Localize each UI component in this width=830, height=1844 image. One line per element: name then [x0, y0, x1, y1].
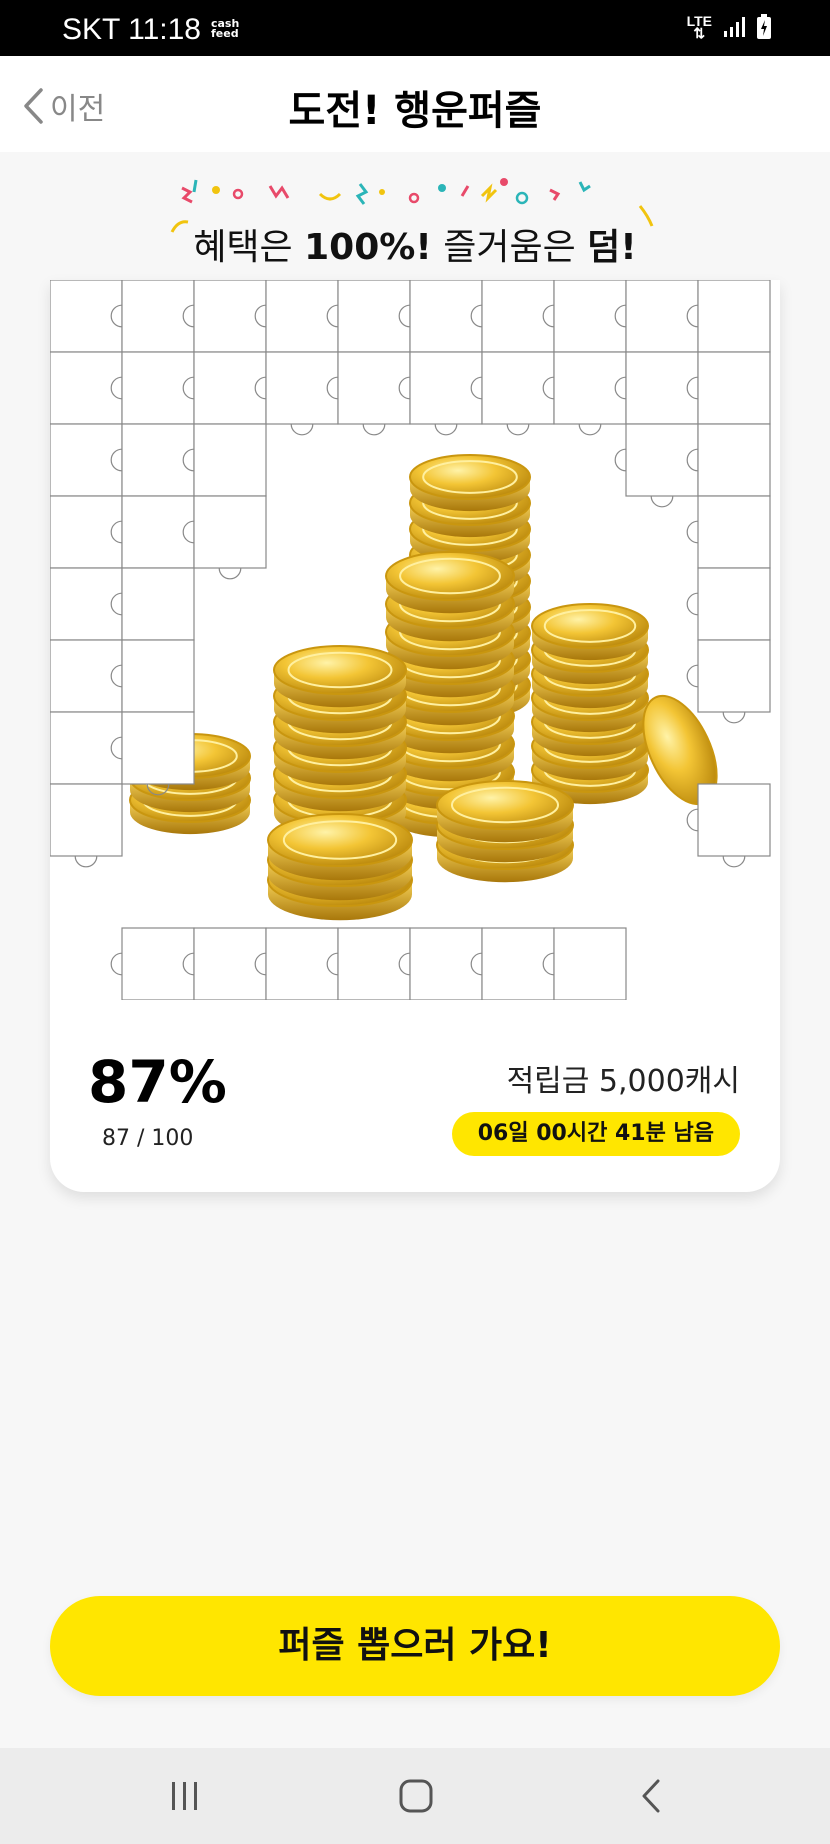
puzzle-piece: [50, 783, 123, 868]
puzzle-piece: [686, 567, 771, 652]
navigation-bar: [0, 1748, 830, 1844]
puzzle-piece: [686, 495, 771, 580]
network-type: LTE ⇅: [686, 13, 712, 41]
puzzle-piece: [326, 351, 411, 436]
puzzle-piece: [182, 351, 267, 436]
puzzle-piece: [50, 495, 123, 580]
puzzle-piece: [50, 639, 123, 724]
puzzle-piece: [398, 280, 483, 364]
tagline-part1: 혜택은: [193, 227, 305, 268]
carrier-time: SKT 11:18: [62, 13, 201, 46]
header: 이전 도전! 행운퍼즐: [0, 56, 830, 152]
puzzle-piece: [110, 927, 195, 1000]
logo-line2: feed: [210, 27, 239, 40]
cashfeed-logo: cash feed: [210, 18, 239, 40]
puzzle-piece: [254, 351, 339, 436]
puzzle-piece: [470, 280, 555, 364]
puzzle-piece: [110, 351, 195, 436]
network-label: LTE: [686, 13, 712, 29]
home-icon[interactable]: [396, 1776, 436, 1816]
puzzle-piece: [542, 351, 627, 436]
puzzle-piece: [110, 280, 195, 364]
puzzle-piece: [398, 351, 483, 436]
status-right: LTE ⇅: [687, 14, 772, 40]
status-left: SKT 11:18 cash feed: [62, 13, 239, 47]
back-nav-icon[interactable]: [636, 1776, 666, 1816]
puzzle-piece: [326, 927, 411, 1000]
puzzle-piece: [182, 423, 267, 508]
signal-icon: [724, 17, 745, 37]
puzzle-piece: [110, 423, 195, 508]
puzzle-piece: [182, 495, 267, 580]
tagline-part4: 덤!: [587, 227, 637, 268]
draw-puzzle-button[interactable]: 퍼즐 뽑으러 가요!: [50, 1596, 780, 1696]
tagline-part3: 즐거움은: [431, 227, 588, 268]
page-title: 도전! 행운퍼즐: [288, 88, 542, 134]
puzzle-piece: [686, 783, 771, 868]
tagline: 혜택은 100%! 즐거움은 덤!: [160, 176, 670, 268]
puzzle-piece: [614, 280, 699, 364]
tagline-part2: 100%!: [304, 227, 432, 268]
puzzle-piece: [470, 927, 555, 1000]
puzzle-card: 87% 87 / 100 적립금 5,000캐시 06일 00시간 41분 남음: [50, 280, 780, 1192]
puzzle-piece: [50, 423, 123, 508]
puzzle-piece: [182, 280, 267, 364]
puzzle-piece: [614, 351, 699, 436]
reward-amount: 적립금 5,000캐시: [506, 1064, 740, 1099]
puzzle-piece: [50, 711, 123, 796]
recent-apps-icon[interactable]: [168, 1776, 202, 1816]
puzzle-piece: [110, 567, 195, 652]
tagline-text: 혜택은 100%! 즐거움은 덤!: [160, 218, 670, 270]
puzzle-piece: [686, 351, 771, 436]
puzzle-piece: [686, 280, 771, 364]
puzzle-piece: [182, 927, 267, 1000]
puzzle-piece: [470, 351, 555, 436]
puzzle-piece: [110, 495, 195, 580]
puzzle-piece: [686, 423, 771, 508]
puzzle-piece: [50, 351, 123, 436]
puzzle-piece: [254, 927, 339, 1000]
puzzle-piece: [254, 280, 339, 364]
puzzle-piece: [614, 423, 699, 508]
puzzle-piece: [50, 280, 123, 364]
progress-percent: 87%: [88, 1048, 227, 1116]
puzzle-piece: [686, 639, 771, 724]
puzzle-board: [50, 280, 771, 1000]
puzzle-piece: [542, 927, 627, 1000]
status-bar: SKT 11:18 cash feed LTE ⇅: [0, 0, 830, 56]
progress-count: 87 / 100: [102, 1126, 194, 1151]
puzzle-piece: [110, 639, 195, 724]
puzzle-piece: [110, 711, 195, 796]
puzzle-piece: [50, 567, 123, 652]
time-remaining-badge: 06일 00시간 41분 남음: [451, 1112, 740, 1156]
puzzle-piece: [398, 927, 483, 1000]
puzzle-piece: [326, 280, 411, 364]
battery-icon: [757, 14, 771, 39]
puzzle-piece: [542, 280, 627, 364]
